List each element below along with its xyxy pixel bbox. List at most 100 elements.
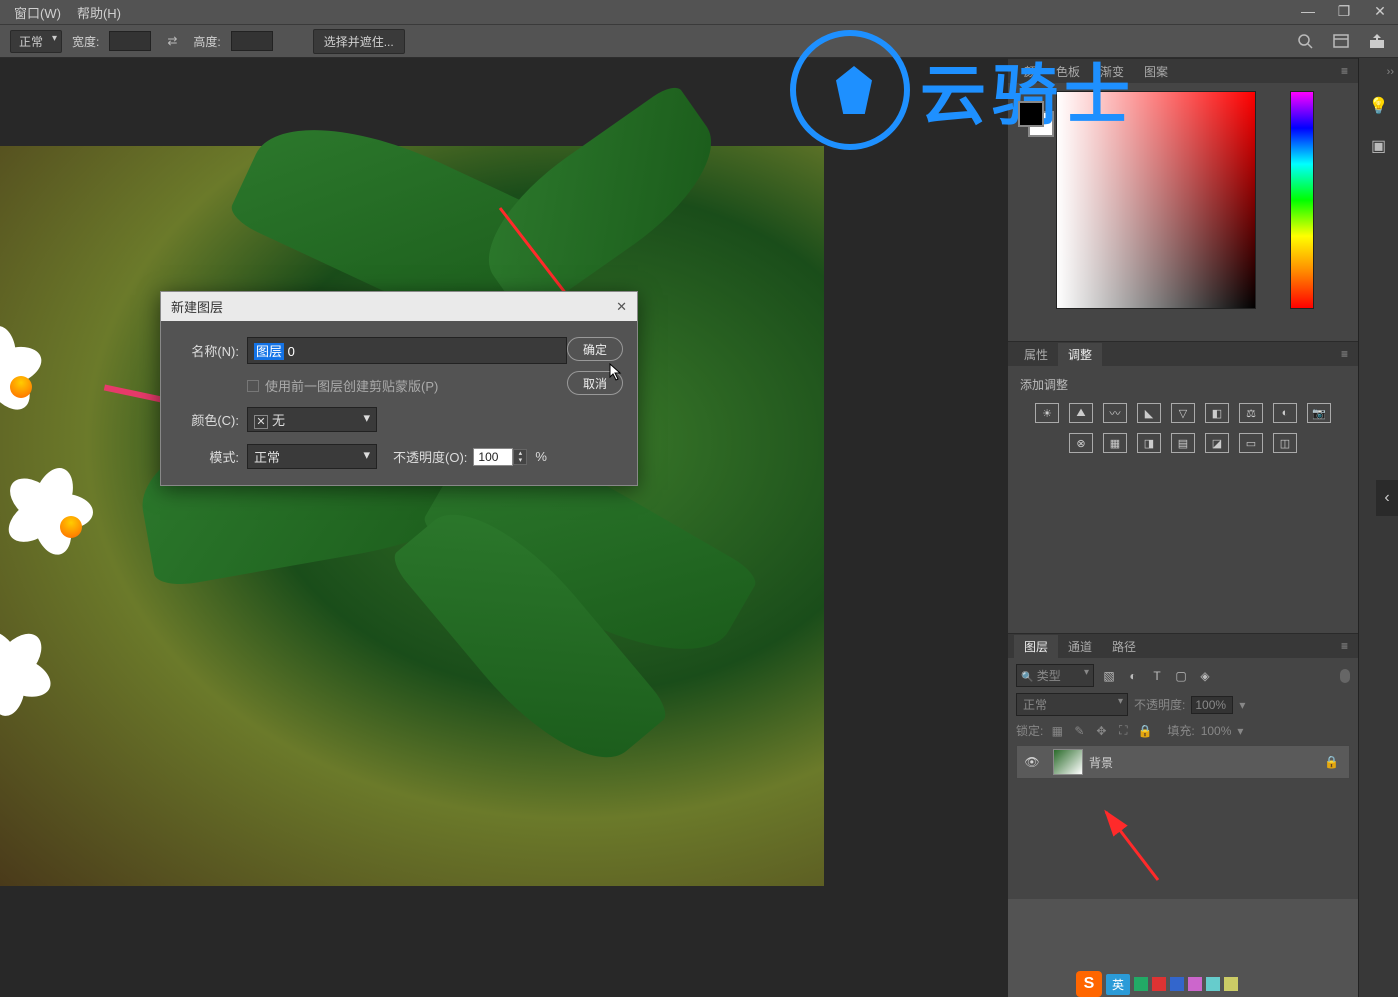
menu-help[interactable]: 帮助(H) (69, 0, 129, 25)
filter-smart-icon[interactable]: ◈ (1196, 667, 1214, 685)
hue-sat-icon[interactable]: ◧ (1205, 403, 1229, 423)
minimize-button[interactable]: — (1290, 0, 1326, 22)
right-panels: 颜 色板 渐变 图案 ≡ 属性 调整 (1008, 58, 1398, 997)
filter-adjust-icon[interactable]: ◐ (1124, 667, 1142, 685)
arrange-docs-icon[interactable] (1330, 30, 1352, 52)
opacity-spinner[interactable]: ▴▾ (513, 449, 527, 465)
tab-paths[interactable]: 路径 (1102, 635, 1146, 658)
lock-position-icon[interactable]: ✥ (1093, 723, 1109, 739)
lookup-icon[interactable]: ▦ (1103, 433, 1127, 453)
layer-opacity-label: 不透明度: (1134, 696, 1185, 713)
channel-mixer-icon[interactable]: ⊗ (1069, 433, 1093, 453)
learn-icon[interactable]: 💡 (1367, 94, 1391, 118)
height-input[interactable] (231, 31, 273, 51)
layer-kind-filter[interactable]: 🔍 类型 (1016, 664, 1094, 687)
color-field[interactable] (1056, 91, 1256, 309)
search-icon[interactable] (1294, 30, 1316, 52)
tab-layers[interactable]: 图层 (1014, 635, 1058, 658)
vibrance-icon[interactable]: ▽ (1171, 403, 1195, 423)
menubar: 窗口(W) 帮助(H) — ❐ ✕ (0, 0, 1398, 24)
swap-dimensions-icon[interactable]: ⇄ (161, 30, 183, 52)
width-input[interactable] (109, 31, 151, 51)
percent-label: % (535, 449, 547, 464)
filter-type-icon[interactable]: T (1148, 667, 1166, 685)
opacity-label: 不透明度(O): (393, 447, 467, 466)
color-balance-icon[interactable]: ⚖ (1239, 403, 1263, 423)
cancel-button[interactable]: 取消 (567, 371, 623, 395)
layer-row-background[interactable]: 👁 背景 🔒 (1016, 745, 1350, 779)
share-icon[interactable] (1366, 30, 1388, 52)
mode-select[interactable]: 正常 (247, 444, 377, 469)
levels-icon[interactable]: ⛰ (1069, 403, 1093, 423)
menu-window[interactable]: 窗口(W) (6, 0, 69, 25)
tab-swatches[interactable]: 色板 (1046, 60, 1090, 83)
gradient-map-icon[interactable]: ▭ (1239, 433, 1263, 453)
selective-color-icon[interactable]: ◫ (1273, 433, 1297, 453)
clip-mask-checkbox[interactable] (247, 380, 259, 392)
restore-button[interactable]: ❐ (1326, 0, 1362, 22)
width-label: 宽度: (72, 33, 99, 50)
opacity-input[interactable]: 100 (473, 448, 513, 466)
adjustment-icons: ☀ ⛰ 〰 ◣ ▽ ◧ ⚖ ◐ 📷 ⊗ ▦ ◨ ▤ ◪ ▭ (1020, 403, 1346, 453)
options-bar: 正常 宽度: ⇄ 高度: 选择并遮住... (0, 24, 1398, 58)
filter-shape-icon[interactable]: ▢ (1172, 667, 1190, 685)
tab-adjustments[interactable]: 调整 (1058, 343, 1102, 366)
lock-pixels-icon[interactable]: ✎ (1071, 723, 1087, 739)
color-label: 颜色(C): (175, 410, 239, 429)
dialog-close-icon[interactable]: ✕ (616, 299, 627, 315)
lock-all-icon[interactable]: 🔒 (1137, 723, 1153, 739)
collapse-handle[interactable]: ‹ (1376, 480, 1398, 516)
panel-menu-icon[interactable]: ≡ (1337, 639, 1352, 653)
layer-blend-select[interactable]: 正常 (1016, 693, 1128, 716)
bw-icon[interactable]: ◐ (1273, 403, 1297, 423)
height-label: 高度: (193, 33, 220, 50)
tab-patterns[interactable]: 图案 (1134, 60, 1178, 83)
lock-artboard-icon[interactable]: ⛶ (1115, 723, 1131, 739)
tab-gradients[interactable]: 渐变 (1090, 60, 1134, 83)
color-select[interactable]: ✕无 (247, 407, 377, 432)
visibility-icon[interactable]: 👁 (1017, 755, 1047, 769)
libraries-icon[interactable]: ▣ (1367, 134, 1391, 158)
ok-button[interactable]: 确定 (567, 337, 623, 361)
layer-thumbnail[interactable] (1053, 749, 1083, 775)
select-and-mask-button[interactable]: 选择并遮住... (313, 29, 405, 54)
color-panel: 颜 色板 渐变 图案 ≡ (1008, 58, 1358, 341)
new-layer-dialog: 新建图层 ✕ 确定 取消 名称(N): 图层 0 使用前一图层创建剪贴蒙版(P) (160, 291, 638, 486)
layer-lock-icon[interactable]: 🔒 (1324, 755, 1339, 769)
invert-icon[interactable]: ◨ (1137, 433, 1161, 453)
exposure-icon[interactable]: ◣ (1137, 403, 1161, 423)
lock-transparent-icon[interactable]: ▦ (1049, 723, 1065, 739)
filter-pixel-icon[interactable]: ▧ (1100, 667, 1118, 685)
clip-mask-label: 使用前一图层创建剪贴蒙版(P) (265, 376, 438, 395)
mode-label: 模式: (175, 447, 239, 466)
canvas-area[interactable]: 新建图层 ✕ 确定 取消 名称(N): 图层 0 使用前一图层创建剪贴蒙版(P) (0, 58, 1008, 997)
tab-color[interactable]: 颜 (1014, 60, 1046, 83)
filter-toggle[interactable] (1340, 669, 1350, 683)
foreground-swatch[interactable] (1018, 101, 1044, 127)
hue-slider[interactable] (1290, 91, 1314, 309)
right-rail: ›› 💡 ▣ (1358, 58, 1398, 997)
sogou-ime-icon[interactable]: S (1076, 971, 1102, 997)
rail-collapse-icon[interactable]: ›› (1387, 66, 1394, 78)
threshold-icon[interactable]: ◪ (1205, 433, 1229, 453)
tab-properties[interactable]: 属性 (1014, 343, 1058, 366)
name-label: 名称(N): (175, 341, 239, 360)
taskbar-remnant: S 英 (1076, 971, 1238, 997)
blend-mode-select[interactable]: 正常 (10, 30, 62, 53)
photo-filter-icon[interactable]: 📷 (1307, 403, 1331, 423)
panel-menu-icon[interactable]: ≡ (1337, 347, 1352, 361)
brightness-icon[interactable]: ☀ (1035, 403, 1059, 423)
document-image (0, 146, 824, 886)
posterize-icon[interactable]: ▤ (1171, 433, 1195, 453)
layer-name[interactable]: 背景 (1089, 754, 1113, 771)
close-window-button[interactable]: ✕ (1362, 0, 1398, 22)
curves-icon[interactable]: 〰 (1103, 403, 1127, 423)
window-controls: — ❐ ✕ (1290, 0, 1398, 22)
lock-label: 锁定: (1016, 722, 1043, 739)
fill-value[interactable]: 100% (1201, 724, 1232, 738)
panel-menu-icon[interactable]: ≡ (1337, 64, 1352, 78)
tab-channels[interactable]: 通道 (1058, 635, 1102, 658)
name-input[interactable]: 图层 0 (247, 337, 567, 364)
layer-opacity-value[interactable]: 100% (1191, 696, 1233, 714)
fill-label: 填充: (1167, 722, 1194, 739)
